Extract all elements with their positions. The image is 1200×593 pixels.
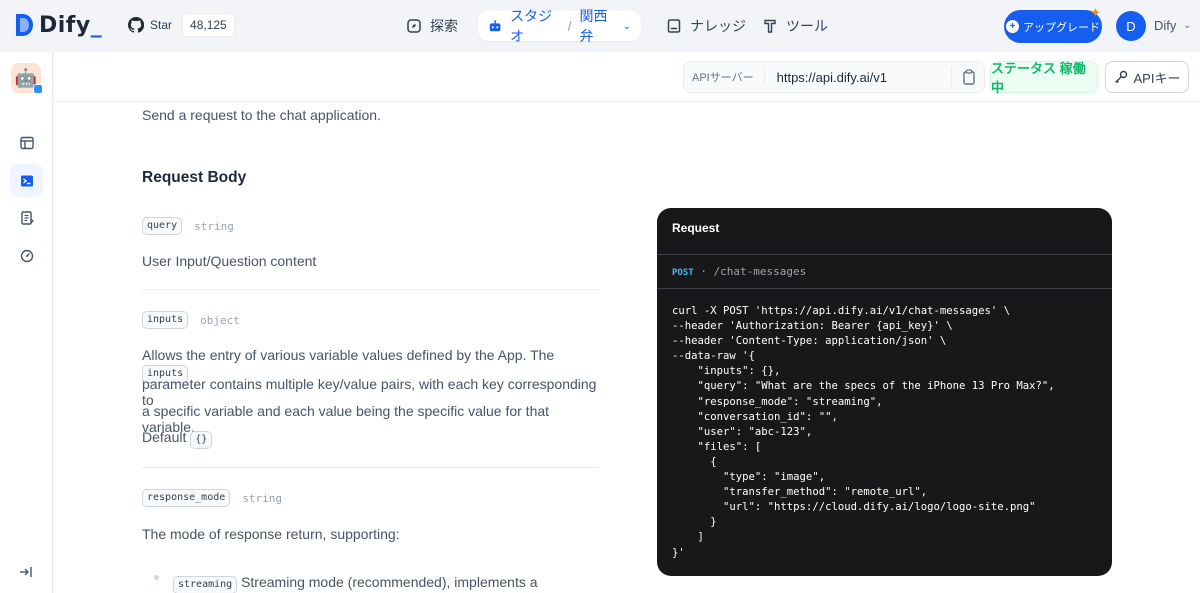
api-server-label: APIサーバー [692, 69, 765, 85]
default-value: {} [190, 431, 213, 449]
upgrade-icon: + [1006, 20, 1019, 33]
param-type: object [200, 313, 240, 327]
param-description: The mode of response return, supporting: [142, 526, 400, 542]
divider [657, 288, 1112, 289]
current-app-name[interactable]: 関西弁 [580, 6, 617, 46]
param-inputs: inputs object [142, 311, 240, 329]
sidebar-item-monitoring[interactable] [10, 239, 43, 272]
nav-tools[interactable]: ツール [752, 11, 838, 41]
github-star-label: Star [150, 18, 173, 32]
layout-icon [19, 136, 34, 149]
param-name: query [142, 217, 183, 235]
user-name[interactable]: Dify [1154, 18, 1176, 33]
chevron-down-icon[interactable]: ⌄ [623, 21, 631, 32]
list-bullet [154, 575, 159, 580]
nav-explore[interactable]: 探索 [396, 11, 468, 41]
code-panel-title: Request [672, 221, 720, 235]
endpoint-path: POST · /chat-messages [672, 265, 806, 278]
dify-logo[interactable]: Dify_ [14, 12, 102, 38]
separator-dot: · [700, 265, 707, 278]
nav-explore-label: 探索 [430, 18, 458, 34]
user-chevron-down-icon[interactable]: ⌄ [1183, 20, 1191, 31]
robot-icon [489, 20, 501, 32]
book-icon [667, 19, 681, 33]
divider [142, 289, 598, 290]
expand-sidebar-button[interactable] [18, 564, 34, 585]
hammer-icon [764, 19, 776, 33]
list-item: streaming Streaming mode (recommended), … [173, 574, 603, 593]
code-block[interactable]: curl -X POST 'https://api.dify.ai/v1/cha… [672, 304, 1055, 561]
api-server-box: APIサーバー https://api.dify.ai/v1 [683, 61, 985, 93]
param-name: response_mode [142, 489, 231, 507]
github-star-widget[interactable]: Star 48,125 [128, 12, 235, 38]
param-description-text: Allows the entry of various variable val… [142, 347, 555, 363]
sidebar-item-logs[interactable] [10, 201, 43, 234]
param-type: string [242, 491, 283, 505]
nav-studio[interactable]: スタジオ / 関西弁 ⌄ [478, 8, 641, 44]
breadcrumb-separator: / [567, 18, 572, 34]
divider [657, 254, 1112, 255]
section-title: Request Body [142, 169, 247, 186]
param-type: string [194, 219, 234, 233]
brand-name: Dify_ [39, 12, 103, 38]
nav-studio-label: スタジオ [510, 8, 553, 44]
param-description: User Input/Question content [142, 253, 317, 269]
endpoint-route: /chat-messages [713, 265, 807, 278]
dify-logo-icon [16, 14, 33, 36]
copy-icon[interactable] [962, 69, 976, 85]
default-label: Default [142, 429, 187, 445]
nav-knowledge[interactable]: ナレッジ [656, 11, 756, 41]
code-example-panel: Request POST · /chat-messages curl -X PO… [657, 208, 1112, 576]
api-key-label: APIキー [1133, 70, 1181, 86]
divider [951, 67, 952, 87]
app-sidebar: 🤖 [0, 52, 53, 593]
file-list-icon [20, 210, 34, 225]
sidebar-item-orchestrate[interactable] [10, 126, 43, 159]
param-query: query string [142, 217, 234, 235]
endpoint-description: Send a request to the chat application. [142, 107, 381, 123]
avatar[interactable]: D [1116, 11, 1146, 41]
param-default: Default {} [142, 429, 600, 449]
upgrade-button[interactable]: + アップグレード [1004, 10, 1102, 43]
http-method-badge: POST [672, 268, 694, 278]
arrow-right-to-line-icon [20, 567, 32, 577]
param-name: inputs [142, 311, 189, 329]
key-icon [1114, 70, 1127, 83]
status-badge: ステータス 稼働中 [990, 61, 1098, 95]
nav-knowledge-label: ナレッジ [690, 18, 746, 34]
nav-tools-label: ツール [786, 18, 828, 34]
api-key-button[interactable]: APIキー [1105, 61, 1189, 93]
terminal-icon [20, 175, 33, 186]
dashboard-gauge-icon [20, 249, 33, 262]
compass-icon [407, 19, 421, 33]
github-icon [128, 17, 144, 33]
divider [142, 467, 598, 468]
top-navigation: Dify_ Star 48,125 探索 スタジオ / 関西弁 ⌄ ナレッジ ツ… [0, 0, 1200, 52]
inline-code: streaming [173, 576, 238, 593]
upgrade-label: アップグレード [1023, 21, 1100, 34]
api-server-url: https://api.dify.ai/v1 [776, 69, 887, 85]
github-star-count: 48,125 [182, 13, 235, 37]
sparkle-icon: ✦ [1090, 5, 1101, 20]
param-response-mode: response_mode string [142, 489, 282, 507]
sidebar-item-api-access[interactable] [10, 164, 43, 197]
app-type-badge-icon [33, 84, 43, 94]
